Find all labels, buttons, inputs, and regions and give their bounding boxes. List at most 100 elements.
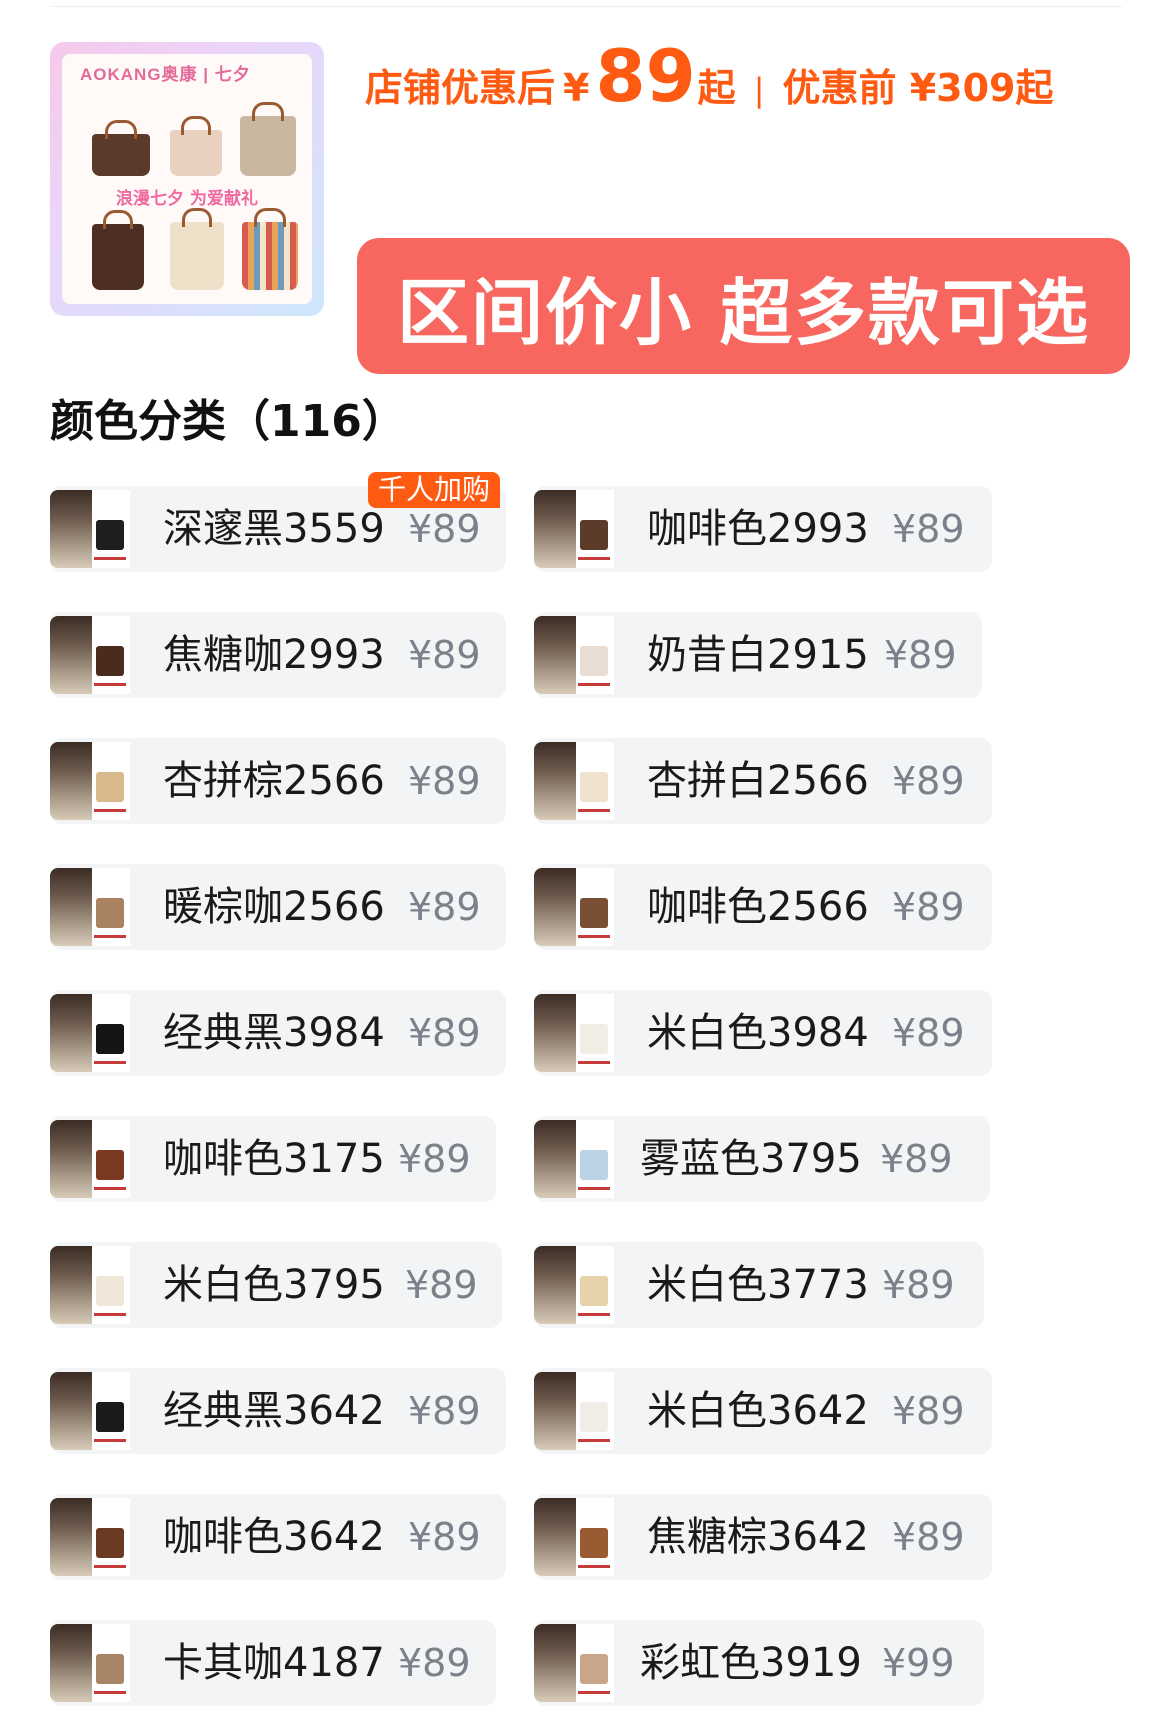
option-thumbnail <box>50 868 130 946</box>
model-photo <box>534 994 576 1072</box>
bag-photo <box>580 898 608 928</box>
thumbnail-underline <box>578 809 610 812</box>
thumbnail-underline <box>578 935 610 938</box>
model-photo <box>50 616 92 694</box>
option-name: 米白色3795 <box>163 1262 385 1308</box>
promo-banner-text: 区间价小 超多款可选 <box>396 270 1091 355</box>
option-name: 奶昔白2915 <box>647 632 869 678</box>
model-photo <box>534 1246 576 1324</box>
option-price: ¥89 <box>882 1263 955 1307</box>
bag-photo <box>96 898 124 928</box>
bag-photo <box>96 646 124 676</box>
bag-photo <box>96 1528 124 1558</box>
promo-banner: 区间价小 超多款可选 <box>357 238 1130 374</box>
thumbnail-underline <box>578 1565 610 1568</box>
color-option-chip[interactable]: 咖啡色2993 ¥89 <box>534 486 992 572</box>
option-price: ¥89 <box>405 1263 478 1307</box>
option-name: 暖棕咖2566 <box>163 884 385 930</box>
bag-photo <box>580 1276 608 1306</box>
bag-illustration <box>92 210 144 290</box>
color-option-chip[interactable]: 咖啡色3642 ¥89 <box>50 1494 506 1580</box>
model-photo <box>50 1372 92 1450</box>
option-thumbnail <box>50 1372 130 1450</box>
model-photo <box>534 490 576 568</box>
bag-photo <box>96 1150 124 1180</box>
model-photo <box>534 1624 576 1702</box>
top-divider <box>50 6 1122 7</box>
bag-photo <box>580 1024 608 1054</box>
thumbnail-underline <box>578 1691 610 1694</box>
bag-photo <box>96 1024 124 1054</box>
option-name: 杏拼棕2566 <box>163 758 385 804</box>
color-option-chip[interactable]: 经典黑3984 ¥89 <box>50 990 506 1076</box>
color-option-chip[interactable]: 卡其咖4187 ¥89 <box>50 1620 496 1706</box>
color-option-chip[interactable]: 雾蓝色3795 ¥89 <box>534 1116 990 1202</box>
option-price: ¥89 <box>398 1641 471 1685</box>
bag-illustration <box>170 116 222 176</box>
option-price: ¥89 <box>892 1389 965 1433</box>
color-option-chip[interactable]: 杏拼白2566 ¥89 <box>534 738 992 824</box>
model-photo <box>50 1246 92 1324</box>
original-price: 优惠前 ¥309起 <box>782 66 1054 110</box>
currency-symbol: ¥ <box>563 66 590 110</box>
model-photo <box>534 742 576 820</box>
color-option-chip[interactable]: 彩虹色3919 ¥99 <box>534 1620 984 1706</box>
option-thumbnail <box>534 490 614 568</box>
thumbnail-underline <box>94 557 126 560</box>
option-thumbnail <box>534 1624 614 1702</box>
option-price: ¥89 <box>884 633 957 677</box>
color-option-chip[interactable]: 米白色3984 ¥89 <box>534 990 992 1076</box>
color-option-chip[interactable]: 米白色3642 ¥89 <box>534 1368 992 1454</box>
option-thumbnail <box>50 742 130 820</box>
thumbnail-underline <box>94 1061 126 1064</box>
color-option-chip[interactable]: 暖棕咖2566 ¥89 <box>50 864 506 950</box>
color-option-chip[interactable]: 焦糖棕3642 ¥89 <box>534 1494 992 1580</box>
option-name: 深邃黑3559 <box>163 506 385 552</box>
option-thumbnail <box>50 616 130 694</box>
color-option-chip[interactable]: 焦糖咖2993 ¥89 <box>50 612 506 698</box>
bag-photo <box>580 1528 608 1558</box>
color-option-chip[interactable]: 奶昔白2915 ¥89 <box>534 612 982 698</box>
after-discount-label: 店铺优惠后 <box>365 66 556 110</box>
thumbnail-underline <box>578 1439 610 1442</box>
model-photo <box>50 994 92 1072</box>
color-option-chip[interactable]: 米白色3795 ¥89 <box>50 1242 502 1328</box>
option-thumbnail <box>50 490 130 568</box>
color-option-chip[interactable]: 米白色3773 ¥89 <box>534 1242 984 1328</box>
option-price: ¥89 <box>408 1389 481 1433</box>
option-name: 杏拼白2566 <box>647 758 869 804</box>
bag-illustration <box>170 208 224 290</box>
option-price: ¥89 <box>892 1011 965 1055</box>
option-price: ¥89 <box>398 1137 471 1181</box>
model-photo <box>534 868 576 946</box>
bag-photo <box>580 772 608 802</box>
color-option-chip[interactable]: 经典黑3642 ¥89 <box>50 1368 506 1454</box>
bag-photo <box>580 1402 608 1432</box>
discount-price: 89 <box>595 34 696 118</box>
option-price: ¥89 <box>408 759 481 803</box>
price-suffix: 起 <box>697 66 736 110</box>
bag-photo <box>580 1150 608 1180</box>
option-name: 咖啡色3175 <box>163 1136 385 1182</box>
color-option-chip[interactable]: 咖啡色2566 ¥89 <box>534 864 992 950</box>
model-photo <box>534 1372 576 1450</box>
thumbnail-underline <box>94 1691 126 1694</box>
option-thumbnail <box>534 1246 614 1324</box>
model-photo <box>50 490 92 568</box>
product-image[interactable]: AOKANG奥康 | 七夕 浪漫七夕 为爱献礼 <box>50 42 324 316</box>
thumbnail-underline <box>578 557 610 560</box>
thumbnail-underline <box>94 809 126 812</box>
bag-illustration <box>240 102 296 176</box>
bag-photo <box>96 1654 124 1684</box>
option-name: 彩虹色3919 <box>640 1640 862 1686</box>
option-thumbnail <box>50 1246 130 1324</box>
option-name: 米白色3642 <box>647 1388 869 1434</box>
product-image-inner: AOKANG奥康 | 七夕 浪漫七夕 为爱献礼 <box>62 54 312 304</box>
bag-photo <box>580 1654 608 1684</box>
color-option-chip[interactable]: 杏拼棕2566 ¥89 <box>50 738 506 824</box>
model-photo <box>534 616 576 694</box>
color-option-chip[interactable]: 咖啡色3175 ¥89 <box>50 1116 496 1202</box>
bag-photo <box>580 646 608 676</box>
color-category-title: 颜色分类（116） <box>50 396 406 447</box>
price-separator: | <box>753 71 765 109</box>
